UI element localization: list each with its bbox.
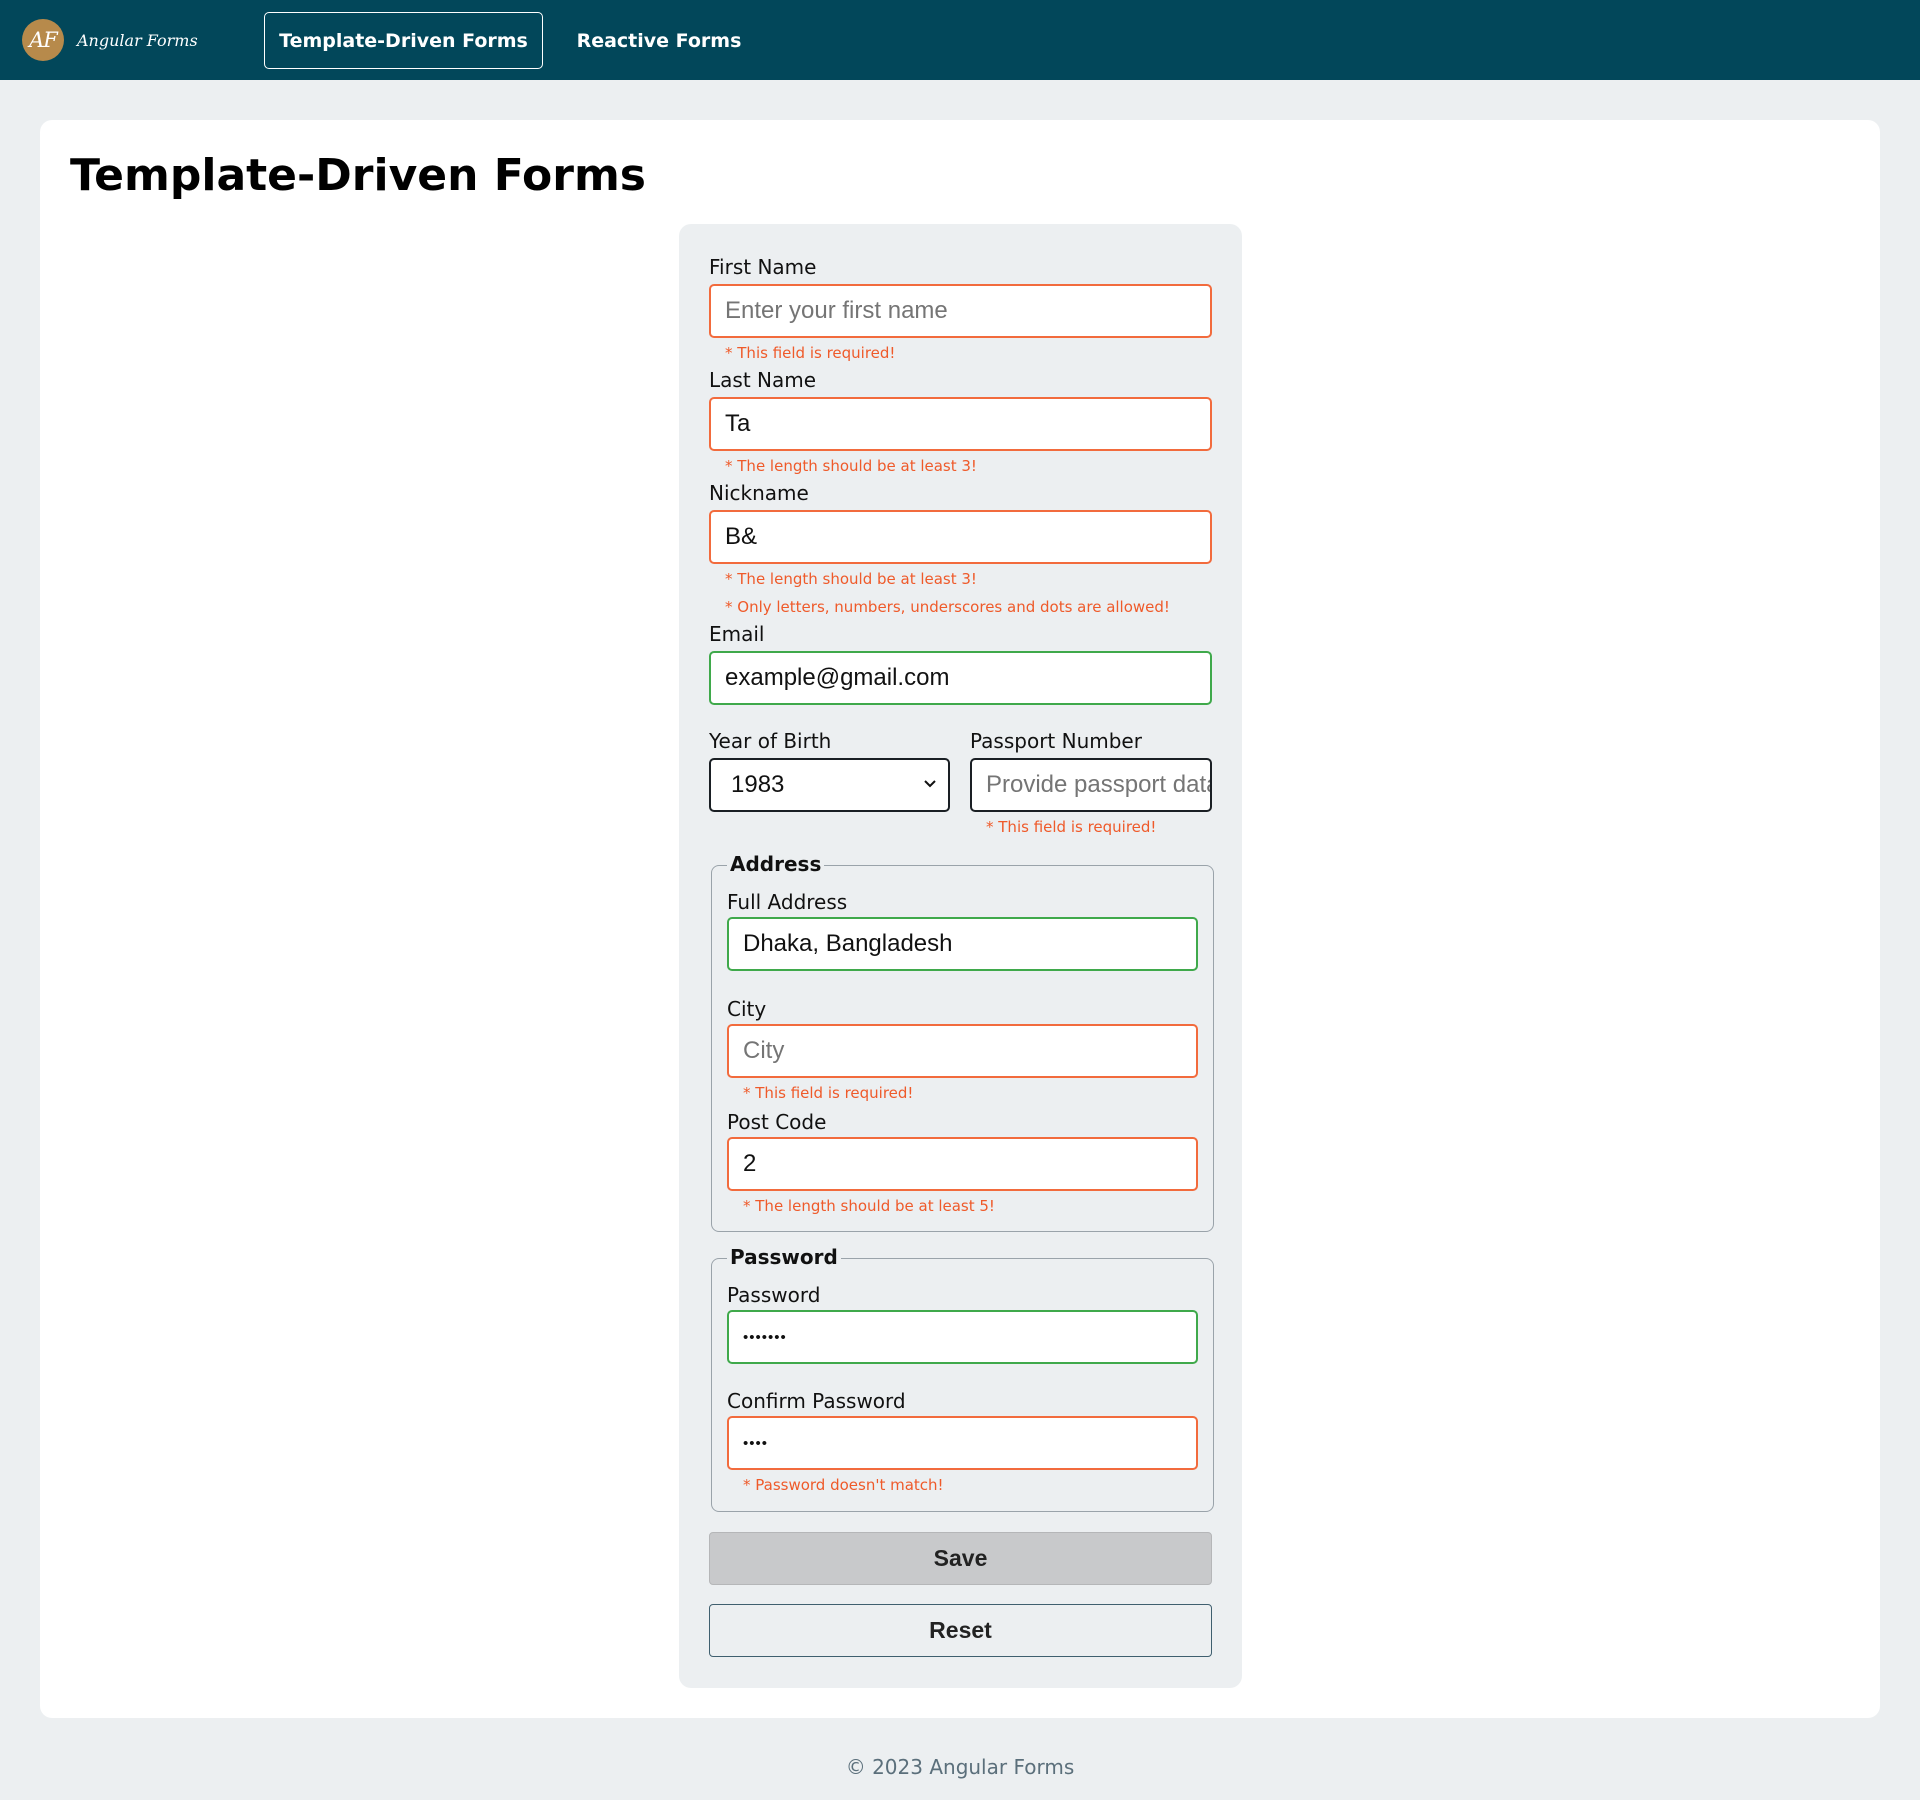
first-name-placeholder: Enter your first name	[725, 297, 948, 324]
year-of-birth-label: Year of Birth	[709, 729, 832, 753]
first-name-input[interactable]: Enter your first name	[709, 284, 1212, 338]
nickname-input[interactable]: B&	[709, 510, 1212, 564]
city-placeholder: City	[743, 1037, 785, 1064]
full-address-value: Dhaka, Bangladesh	[743, 930, 953, 957]
chevron-down-icon	[924, 780, 936, 788]
page-title: Template-Driven Forms	[70, 150, 646, 201]
brand-name: Angular Forms	[77, 30, 198, 50]
post-code-label: Post Code	[727, 1110, 827, 1134]
tab-reactive-forms[interactable]: Reactive Forms	[565, 12, 753, 69]
nickname-value: B&	[725, 523, 758, 550]
post-code-input[interactable]: 2	[727, 1137, 1198, 1191]
nickname-error-length: * The length should be at least 3!	[725, 570, 977, 588]
address-legend: Address	[727, 852, 825, 876]
post-code-error: * The length should be at least 5!	[743, 1197, 995, 1215]
email-input[interactable]: example@gmail.com	[709, 651, 1212, 705]
reset-button[interactable]: Reset	[709, 1604, 1212, 1657]
password-legend: Password	[727, 1245, 841, 1269]
confirm-password-input[interactable]: ••••	[727, 1416, 1198, 1470]
save-button[interactable]: Save	[709, 1532, 1212, 1585]
email-label: Email	[709, 622, 765, 646]
brand-logo: AF	[22, 19, 64, 61]
tab-template-driven-forms[interactable]: Template-Driven Forms	[264, 12, 543, 69]
confirm-password-value: ••••	[743, 1434, 769, 1452]
post-code-value: 2	[743, 1150, 757, 1177]
last-name-value: Ta	[725, 410, 751, 437]
password-input[interactable]: •••••••	[727, 1310, 1198, 1364]
first-name-error: * This field is required!	[725, 344, 896, 362]
last-name-input[interactable]: Ta	[709, 397, 1212, 451]
passport-number-label: Passport Number	[970, 729, 1142, 753]
confirm-password-error: * Password doesn't match!	[743, 1476, 944, 1494]
year-of-birth-value: 1983	[731, 771, 785, 798]
last-name-label: Last Name	[709, 368, 817, 392]
city-input[interactable]: City	[727, 1024, 1198, 1078]
confirm-password-label: Confirm Password	[727, 1389, 906, 1413]
full-address-input[interactable]: Dhaka, Bangladesh	[727, 917, 1198, 971]
nickname-label: Nickname	[709, 481, 809, 505]
email-value: example@gmail.com	[725, 664, 950, 691]
footer-copyright: © 2023 Angular Forms	[845, 1755, 1075, 1779]
passport-number-placeholder: Provide passport data	[986, 771, 1212, 798]
password-value: •••••••	[743, 1328, 787, 1346]
last-name-error: * The length should be at least 3!	[725, 457, 977, 475]
passport-number-error: * This field is required!	[986, 818, 1157, 836]
city-label: City	[727, 997, 767, 1021]
first-name-label: First Name	[709, 255, 817, 279]
top-navbar: AF Angular Forms Template-Driven Forms R…	[0, 0, 1920, 80]
year-of-birth-select[interactable]: 1983	[709, 758, 950, 812]
full-address-label: Full Address	[727, 890, 848, 914]
brand[interactable]: AF Angular Forms	[22, 19, 198, 61]
city-error: * This field is required!	[743, 1084, 914, 1102]
nickname-error-pattern: * Only letters, numbers, underscores and…	[725, 598, 1170, 616]
password-label: Password	[727, 1283, 821, 1307]
passport-number-input[interactable]: Provide passport data	[970, 758, 1212, 812]
